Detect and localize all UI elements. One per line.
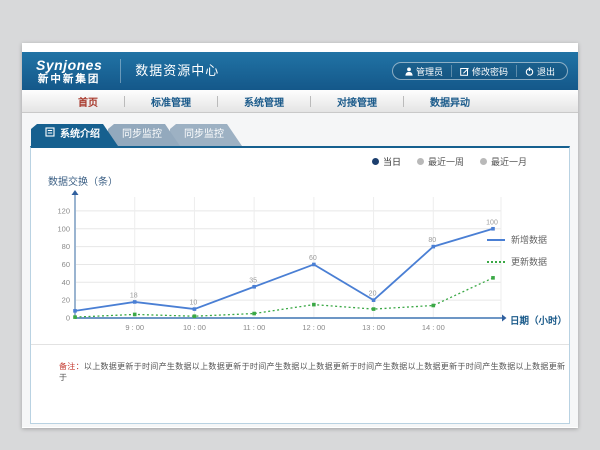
chart-legend: 新增数据 更新数据 [487,233,559,277]
page-title: 数据资源中心 [120,59,219,83]
svg-text:80: 80 [428,237,436,244]
nav-item-data-change[interactable]: 数据异动 [404,94,496,109]
svg-text:35: 35 [249,277,257,284]
tab-system-intro-label: 系统介绍 [60,124,100,146]
x-axis-label: 日期（小时） [510,313,567,327]
svg-text:60: 60 [62,260,70,269]
edit-icon [460,67,469,76]
app-window: Synjones 新中新集团 数据资源中心 管理员 修改密码 退出 [22,43,578,428]
radio-today-label: 当日 [383,155,401,168]
radio-last-month[interactable]: 最近一月 [480,155,527,168]
svg-text:20: 20 [369,291,377,298]
main-nav: 首页 标准管理 系统管理 对接管理 数据异动 [22,90,578,113]
svg-text:40: 40 [62,278,70,287]
nav-item-integration-management[interactable]: 对接管理 [311,94,403,109]
radio-last-week[interactable]: 最近一周 [417,155,464,168]
y-axis-label: 数据交换（条） [48,173,118,188]
chart-panel: 当日 最近一周 最近一月 数据交换（条） 0 20 40 60 80 100 120 9 : … [30,146,570,424]
content-area: 系统介绍 同步监控 同步监控 当日 最近一周 最近一月 数据交 [22,113,578,427]
window-top-strip [22,43,578,52]
legend-item-update-data: 更新数据 [487,255,559,268]
footer-note: 备注：以上数据更新于时间产生数据以上数据更新于时间产生数据以上数据更新于时间产生… [59,361,569,383]
svg-text:14 : 00: 14 : 00 [422,323,445,332]
legend-item-new-data: 新增数据 [487,233,559,246]
radio-last-week-label: 最近一周 [428,155,464,168]
legend-swatch-update-data [487,261,505,263]
stage: { "palette": { "header_blue": "#14588a",… [0,0,600,450]
svg-text:12 : 00: 12 : 00 [302,323,325,332]
header: Synjones 新中新集团 数据资源中心 管理员 修改密码 退出 [22,52,578,90]
svg-text:120: 120 [57,206,70,215]
tab-sync-monitor-2[interactable]: 同步监控 [170,124,242,146]
logo-chinese-name: 新中新集团 [36,74,102,85]
svg-text:9 : 00: 9 : 00 [125,323,144,332]
tab-sync-monitor-1[interactable]: 同步监控 [108,124,180,146]
svg-text:18: 18 [130,292,138,299]
svg-text:0: 0 [66,314,70,323]
logout-button[interactable]: 退出 [516,65,563,77]
note-section: 备注：以上数据更新于时间产生数据以上数据更新于时间产生数据以上数据更新于时间产生… [31,344,569,383]
logo-name: Synjones [36,58,102,72]
nav-item-system-management[interactable]: 系统管理 [218,94,310,109]
radio-last-month-label: 最近一月 [491,155,527,168]
svg-text:10 : 00: 10 : 00 [183,323,206,332]
svg-text:13 : 00: 13 : 00 [362,323,385,332]
radio-today[interactable]: 当日 [372,155,401,168]
change-password-label: 修改密码 [472,65,508,78]
change-password-button[interactable]: 修改密码 [451,65,516,77]
tab-bar: 系统介绍 同步监控 同步监控 [31,124,578,146]
admin-user-button[interactable]: 管理员 [397,65,451,77]
radio-dot-selected [372,158,379,165]
document-icon [45,124,55,146]
svg-text:100: 100 [486,219,498,226]
admin-user-label: 管理员 [416,65,443,78]
note-text: 以上数据更新于时间产生数据以上数据更新于时间产生数据以上数据更新于时间产生数据以… [59,362,565,382]
range-radio-group: 当日 最近一周 最近一月 [372,155,527,168]
svg-text:11 : 00: 11 : 00 [243,323,265,332]
user-menu: 管理员 修改密码 退出 [392,62,568,80]
svg-text:100: 100 [57,224,70,233]
tab-system-intro[interactable]: 系统介绍 [31,124,118,146]
legend-label-update-data: 更新数据 [511,255,547,268]
svg-text:20: 20 [62,296,70,305]
svg-text:10: 10 [190,300,198,307]
nav-item-standard-management[interactable]: 标准管理 [125,94,217,109]
brand-logo: Synjones 新中新集团 [32,58,112,85]
note-prefix: 备注： [59,362,84,371]
svg-text:60: 60 [309,255,317,262]
svg-text:80: 80 [62,242,70,251]
legend-swatch-new-data [487,239,505,241]
line-chart: 0 20 40 60 80 100 120 9 : 00 10 : 00 11 : 00 12 : … [45,188,507,340]
nav-item-home[interactable]: 首页 [52,94,124,109]
logout-label: 退出 [537,65,555,78]
person-icon [405,67,413,76]
radio-dot [417,158,424,165]
power-icon [525,67,534,76]
legend-label-new-data: 新增数据 [511,233,547,246]
radio-dot [480,158,487,165]
